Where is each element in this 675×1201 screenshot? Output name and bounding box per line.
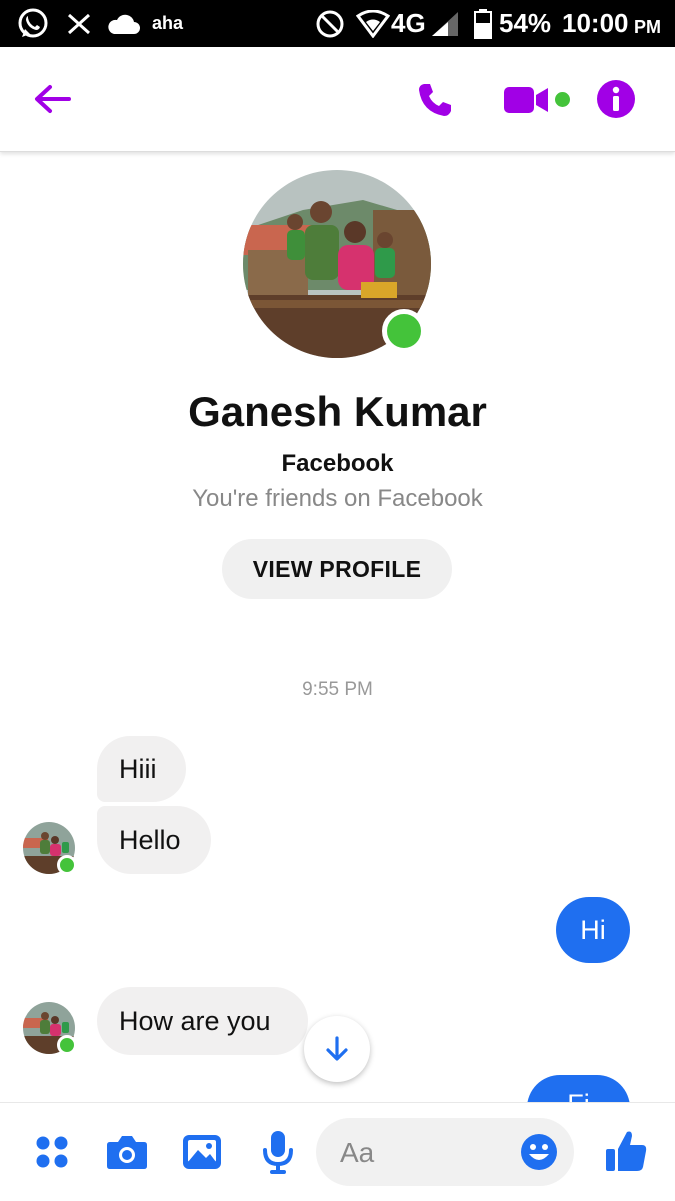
view-profile-button[interactable]: VIEW PROFILE — [222, 539, 452, 599]
message-input[interactable] — [338, 1118, 522, 1188]
scroll-to-bottom-button[interactable] — [304, 1016, 370, 1082]
online-status-dot — [57, 1035, 77, 1055]
arrow-down-icon — [326, 1036, 348, 1061]
missed-call-icon — [64, 0, 94, 47]
clock-ampm: PM — [634, 17, 661, 37]
phone-icon[interactable] — [410, 75, 460, 125]
cloud-icon — [106, 0, 140, 47]
signal-icon — [430, 0, 460, 47]
network-type: 4G — [391, 8, 426, 38]
gallery-icon[interactable] — [180, 1130, 224, 1174]
whatsapp-icon — [16, 0, 50, 47]
online-status-dot — [57, 855, 77, 875]
battery-icon — [474, 0, 492, 47]
message-bubble-incoming[interactable]: How are you — [97, 987, 308, 1055]
contact-name: Ganesh Kumar — [188, 388, 487, 435]
message-bubble-incoming[interactable]: Hiii — [97, 736, 186, 802]
status-bar: aha 4G 54% 10:00 PM — [0, 0, 675, 47]
wifi-icon — [356, 0, 390, 47]
do-not-disturb-icon — [315, 0, 345, 47]
message-bubble-clip: Fi — [527, 1075, 630, 1102]
message-bubble-outgoing[interactable]: Fi — [527, 1075, 630, 1102]
active-now-dot — [555, 92, 570, 107]
message-bubble-outgoing[interactable]: Hi — [556, 897, 630, 963]
battery-percent: 54% — [499, 8, 552, 38]
message-timestamp: 9:55 PM — [302, 679, 373, 700]
friend-status: You're friends on Facebook — [192, 485, 483, 512]
more-apps-icon[interactable] — [30, 1130, 74, 1174]
contact-source: Facebook — [281, 450, 394, 477]
online-status-dot — [382, 309, 426, 353]
info-icon[interactable] — [595, 78, 637, 120]
aha-app-icon: aha — [152, 13, 184, 33]
microphone-icon[interactable] — [256, 1128, 300, 1176]
camera-icon[interactable] — [104, 1130, 150, 1174]
video-camera-icon[interactable] — [500, 77, 552, 123]
clock: 10:00 — [562, 8, 629, 38]
back-arrow-icon[interactable] — [28, 75, 76, 123]
thumbs-up-icon[interactable] — [602, 1126, 650, 1176]
message-bubble-incoming[interactable]: Hello — [97, 806, 211, 874]
emoji-icon[interactable] — [518, 1131, 560, 1173]
chat-header — [0, 47, 675, 152]
